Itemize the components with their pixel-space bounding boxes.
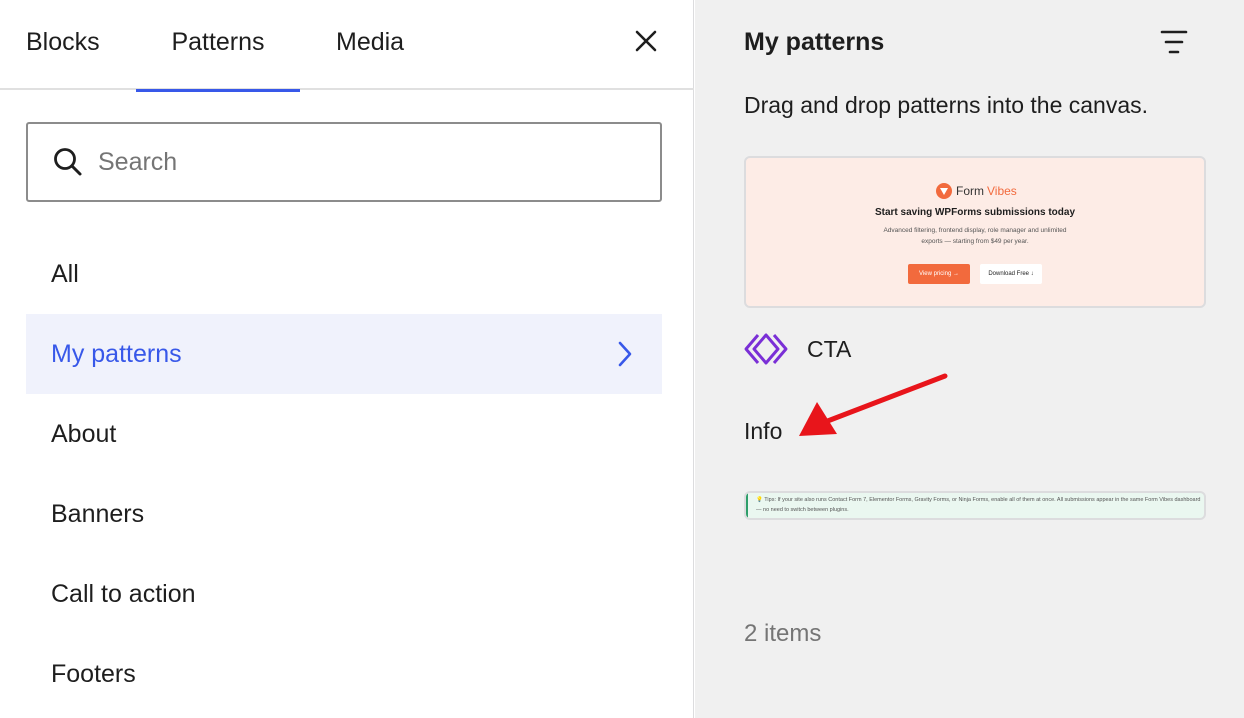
tab-patterns[interactable]: Patterns: [136, 0, 300, 92]
preview-tip-text: 💡 Tips: If your site also runs Contact F…: [756, 497, 1201, 513]
pattern-item-cta[interactable]: CTA: [744, 328, 851, 370]
category-about[interactable]: About: [26, 394, 662, 474]
synced-pattern-icon: [744, 333, 788, 365]
active-tab-indicator: [136, 89, 300, 92]
pattern-name: CTA: [807, 335, 852, 362]
pattern-preview-info[interactable]: 💡 Tips: If your site also runs Contact F…: [744, 491, 1206, 520]
item-count: 2 items: [744, 620, 822, 647]
tab-patterns-label: Patterns: [171, 28, 265, 56]
preview-heading: Start saving WPForms submissions today: [874, 207, 1076, 218]
logo-text-form: Form: [956, 184, 984, 198]
pattern-preview-cta[interactable]: Form Vibes Start saving WPForms submissi…: [744, 156, 1206, 308]
patterns-preview-panel: My patterns Drag and drop patterns into …: [695, 0, 1244, 718]
search-icon: [54, 148, 82, 176]
panel-title: My patterns: [744, 28, 885, 56]
close-icon[interactable]: [630, 25, 662, 57]
search-input[interactable]: [98, 126, 638, 198]
preview-subtext: Advanced filtering, frontend display, ro…: [883, 227, 1067, 245]
annotation-arrow-icon: [799, 373, 948, 436]
tab-blocks[interactable]: Blocks: [26, 0, 100, 90]
filter-icon[interactable]: [1160, 28, 1188, 56]
chevron-right-icon: [618, 341, 632, 367]
category-my-patterns[interactable]: My patterns: [26, 314, 662, 394]
inserter-left-panel: Blocks Patterns Media All My patterns Ab…: [0, 0, 694, 718]
form-vibes-logo: Form Vibes: [936, 182, 1017, 200]
preview-secondary-button: Download Free ↓: [980, 264, 1042, 284]
category-all[interactable]: All: [26, 234, 662, 314]
category-label: My patterns: [51, 340, 182, 368]
logo-text-vibes: Vibes: [987, 184, 1017, 198]
inserter-tabs: Blocks Patterns Media: [0, 0, 694, 92]
category-footers[interactable]: Footers: [26, 634, 662, 714]
form-vibes-logo-icon: [936, 183, 952, 199]
pattern-name-info[interactable]: Info: [744, 418, 782, 445]
category-banners[interactable]: Banners: [26, 474, 662, 554]
tab-media[interactable]: Media: [336, 0, 404, 90]
search-box: [26, 122, 662, 202]
tip-accent-bar: [746, 493, 748, 518]
category-call-to-action[interactable]: Call to action: [26, 554, 662, 634]
panel-description: Drag and drop patterns into the canvas.: [744, 92, 1149, 118]
preview-primary-button: View pricing →: [908, 264, 970, 284]
